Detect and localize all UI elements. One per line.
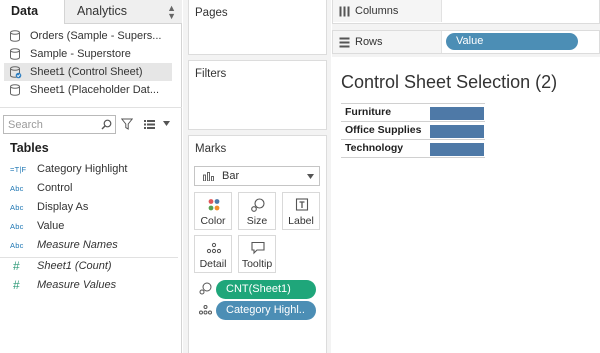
string-type-icon: Abc bbox=[10, 184, 24, 193]
field-label: Measure Values bbox=[37, 279, 117, 291]
search-input[interactable] bbox=[8, 117, 100, 132]
label-button-label: Label bbox=[288, 215, 314, 227]
data-source-placeholder[interactable]: Sheet1 (Placeholder Dat... bbox=[4, 81, 172, 99]
chart-bar[interactable] bbox=[430, 125, 484, 138]
tooltip-button-label: Tooltip bbox=[241, 258, 273, 270]
field-sheet1-count[interactable]: # Sheet1 (Count) bbox=[0, 257, 178, 276]
filters-card-title: Filters bbox=[195, 68, 227, 80]
number-type-icon: # bbox=[13, 278, 20, 292]
data-source-label: Sheet1 (Placeholder Dat... bbox=[30, 84, 160, 96]
string-type-icon: Abc bbox=[10, 203, 24, 212]
tab-analytics-label: Analytics bbox=[77, 4, 128, 18]
chart-bottom-rule bbox=[341, 157, 485, 158]
data-source-label: Orders (Sample - Supers... bbox=[30, 30, 162, 42]
search-box[interactable] bbox=[3, 115, 116, 134]
data-source-orders[interactable]: Orders (Sample - Supers... bbox=[4, 27, 172, 45]
chart-bar[interactable] bbox=[430, 143, 484, 156]
chart-row[interactable]: Technology bbox=[341, 139, 485, 157]
tooltip-button[interactable]: Tooltip bbox=[238, 235, 276, 273]
string-type-icon: Abc bbox=[10, 222, 24, 231]
pages-card-title: Pages bbox=[195, 7, 228, 19]
field-measure-values[interactable]: # Measure Values bbox=[0, 276, 178, 295]
color-button[interactable]: Color bbox=[194, 192, 232, 230]
color-button-label: Color bbox=[200, 215, 226, 227]
detail-button-label: Detail bbox=[199, 258, 227, 270]
data-source-superstore[interactable]: Sample - Superstore bbox=[4, 45, 172, 63]
field-value[interactable]: Abc Value bbox=[0, 217, 178, 236]
field-measure-names[interactable]: Abc Measure Names bbox=[0, 236, 178, 255]
detail-icon bbox=[206, 241, 222, 255]
tab-data[interactable]: Data bbox=[0, 0, 64, 24]
field-category-highlight[interactable]: =T|F Category Highlight bbox=[0, 160, 178, 179]
filters-card[interactable]: Filters bbox=[188, 60, 327, 130]
marks-card-title: Marks bbox=[195, 143, 227, 155]
boolean-type-icon: =T|F bbox=[10, 165, 27, 174]
collapse-arrows-icon[interactable]: ▲ ▼ bbox=[167, 4, 176, 21]
field-label: Category Highlight bbox=[37, 163, 128, 175]
database-check-icon bbox=[9, 66, 22, 79]
field-label: Measure Names bbox=[37, 239, 118, 251]
chevron-down-icon[interactable] bbox=[163, 121, 170, 126]
chart-bar[interactable] bbox=[430, 107, 484, 120]
rows-icon bbox=[339, 37, 350, 48]
bar-chart-icon bbox=[203, 172, 215, 181]
tables-heading: Tables bbox=[10, 141, 49, 155]
rows-shelf-label: Rows bbox=[333, 31, 442, 53]
database-icon bbox=[9, 84, 21, 96]
data-source-label: Sheet1 (Control Sheet) bbox=[30, 66, 143, 78]
viz-title: Control Sheet Selection (2) bbox=[341, 72, 558, 92]
chevron-down-icon bbox=[307, 174, 314, 179]
number-type-icon: # bbox=[13, 259, 20, 273]
columns-label: Columns bbox=[355, 5, 399, 17]
tooltip-icon bbox=[250, 241, 266, 255]
search-icon[interactable] bbox=[101, 119, 112, 130]
label-icon bbox=[294, 198, 310, 212]
marks-pill-category-highlight[interactable]: Category Highl.. bbox=[216, 301, 316, 320]
field-label: Display As bbox=[37, 201, 89, 213]
color-icon bbox=[206, 198, 222, 212]
marks-pill-cnt-sheet1[interactable]: CNT(Sheet1) bbox=[216, 280, 316, 299]
chart-category-label: Technology bbox=[345, 142, 404, 154]
pages-card[interactable]: Pages bbox=[188, 0, 327, 55]
chart-category-label: Furniture bbox=[345, 106, 392, 118]
database-icon bbox=[9, 48, 21, 60]
label-button[interactable]: Label bbox=[282, 192, 320, 230]
data-source-control-sheet[interactable]: Sheet1 (Control Sheet) bbox=[4, 63, 172, 81]
divider bbox=[0, 107, 182, 108]
mark-type-value: Bar bbox=[222, 170, 240, 182]
columns-shelf-label: Columns bbox=[333, 0, 442, 22]
field-label: Control bbox=[37, 182, 73, 194]
field-label: Sheet1 (Count) bbox=[37, 260, 112, 272]
size-button[interactable]: Size bbox=[238, 192, 276, 230]
rows-label: Rows bbox=[355, 36, 383, 48]
detail-button[interactable]: Detail bbox=[194, 235, 232, 273]
view-options-icon[interactable] bbox=[144, 119, 155, 129]
detail-icon bbox=[199, 304, 212, 315]
filter-icon[interactable] bbox=[121, 118, 133, 130]
database-icon bbox=[9, 30, 21, 42]
chart-category-label: Office Supplies bbox=[345, 124, 422, 136]
chart-row[interactable]: Furniture bbox=[341, 103, 485, 121]
columns-icon bbox=[339, 6, 350, 17]
columns-shelf[interactable]: Columns bbox=[332, 0, 600, 24]
data-pane: Data Analytics ▲ ▼ Orders (Sample - Super… bbox=[0, 0, 182, 353]
size-icon bbox=[199, 282, 212, 295]
data-source-label: Sample - Superstore bbox=[30, 48, 131, 60]
tab-analytics[interactable]: Analytics ▲ ▼ bbox=[64, 0, 182, 24]
string-type-icon: Abc bbox=[10, 241, 24, 250]
size-button-label: Size bbox=[246, 215, 268, 227]
chart-row[interactable]: Office Supplies bbox=[341, 121, 485, 139]
size-icon bbox=[250, 198, 266, 212]
field-label: Value bbox=[37, 220, 65, 232]
rows-pill-value[interactable]: Value bbox=[446, 33, 578, 50]
field-control[interactable]: Abc Control bbox=[0, 179, 178, 198]
mark-type-dropdown[interactable]: Bar bbox=[194, 166, 320, 186]
field-display-as[interactable]: Abc Display As bbox=[0, 198, 178, 217]
